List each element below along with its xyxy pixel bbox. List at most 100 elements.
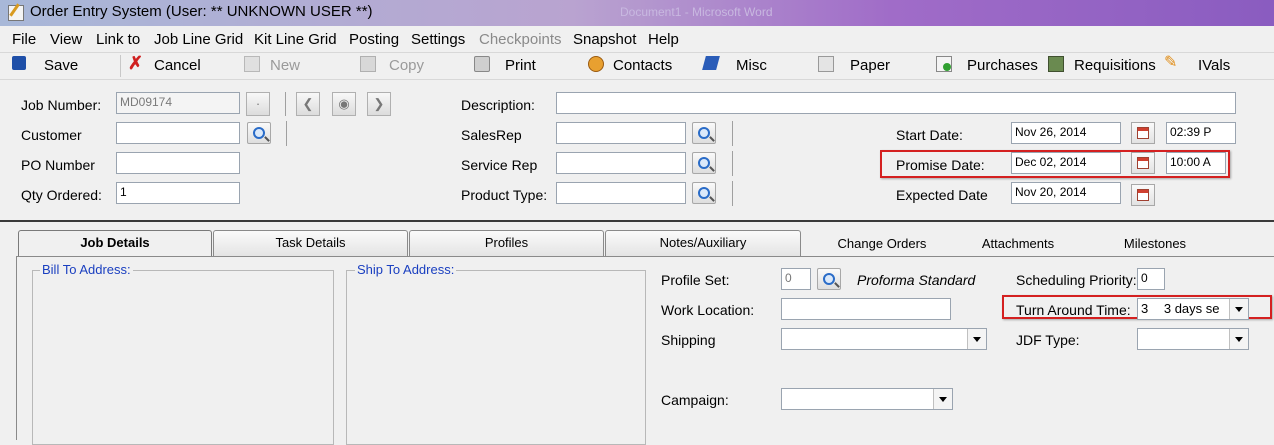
save-button[interactable]: Save (44, 57, 78, 74)
tab-task-details[interactable]: Task Details (213, 230, 408, 256)
jdf-type-label: JDF Type: (1016, 332, 1080, 348)
copy-icon (360, 56, 376, 72)
salesrep-label: SalesRep (461, 127, 522, 143)
tab-profiles[interactable]: Profiles (409, 230, 604, 256)
menu-job-line-grid[interactable]: Job Line Grid (154, 31, 243, 48)
job-lookup-button[interactable]: · (246, 92, 270, 116)
turn-around-time-dropdown[interactable]: 3 3 days se (1137, 298, 1249, 320)
toolbar-separator (120, 55, 121, 77)
menu-settings[interactable]: Settings (411, 31, 465, 48)
cancel-icon: ✗ (128, 53, 144, 73)
promise-date-label: Promise Date: (896, 157, 985, 173)
campaign-label: Campaign: (661, 392, 729, 408)
start-date-field[interactable]: Nov 26, 2014 (1011, 122, 1121, 144)
description-field[interactable] (556, 92, 1236, 114)
divider (285, 92, 286, 116)
tab-job-details[interactable]: Job Details (18, 230, 212, 257)
refresh-record-button[interactable]: ◉ (332, 92, 356, 116)
divider (286, 121, 287, 146)
menu-kit-line-grid[interactable]: Kit Line Grid (254, 31, 337, 48)
divider (732, 121, 733, 146)
cancel-button[interactable]: Cancel (154, 57, 201, 74)
chevron-down-icon (967, 329, 986, 349)
prev-record-button[interactable]: ❮ (296, 92, 320, 116)
job-number-label: Job Number: (21, 97, 102, 113)
chevron-down-icon (933, 389, 952, 409)
service-rep-field[interactable] (556, 152, 686, 174)
profile-set-search-button[interactable] (817, 268, 841, 290)
printer-icon (474, 56, 490, 72)
promise-date-field[interactable]: Dec 02, 2014 (1011, 152, 1121, 174)
salesrep-field[interactable] (556, 122, 686, 144)
calendar-icon (1137, 189, 1149, 201)
toolbar: Save ✗ Cancel New Copy Print Contacts Mi… (0, 52, 1274, 80)
contacts-button[interactable]: Contacts (613, 57, 672, 74)
next-record-button[interactable]: ❯ (367, 92, 391, 116)
work-location-field[interactable] (781, 298, 951, 320)
service-rep-search-button[interactable] (692, 152, 716, 174)
calendar-icon (1137, 157, 1149, 169)
start-time-field[interactable]: 02:39 P (1166, 122, 1236, 144)
turn-around-time-label: Turn Around Time: (1016, 302, 1131, 318)
print-button[interactable]: Print (505, 57, 536, 74)
profile-set-field[interactable]: 0 (781, 268, 811, 290)
requisitions-icon (1048, 56, 1064, 72)
menu-snapshot[interactable]: Snapshot (573, 31, 636, 48)
customer-label: Customer (21, 127, 82, 143)
divider (732, 151, 733, 176)
ivals-button[interactable]: IVals (1198, 57, 1230, 74)
scheduling-priority-label: Scheduling Priority: (1016, 272, 1137, 288)
requisitions-button[interactable]: Requisitions (1074, 57, 1156, 74)
start-date-calendar-button[interactable] (1131, 122, 1155, 144)
expected-date-calendar-button[interactable] (1131, 184, 1155, 206)
shipping-label: Shipping (661, 332, 716, 348)
menu-view[interactable]: View (50, 31, 82, 48)
ship-to-address-box[interactable] (346, 270, 646, 445)
salesrep-search-button[interactable] (692, 122, 716, 144)
purchases-button[interactable]: Purchases (967, 57, 1038, 74)
search-icon (698, 187, 710, 199)
service-rep-label: Service Rep (461, 157, 538, 173)
new-button[interactable]: New (270, 57, 300, 74)
contacts-icon (588, 56, 604, 72)
promise-date-calendar-button[interactable] (1131, 152, 1155, 174)
tab-attachments[interactable]: Attachments (962, 232, 1074, 258)
po-number-label: PO Number (21, 157, 95, 173)
new-icon (244, 56, 260, 72)
calendar-icon (1137, 127, 1149, 139)
product-type-label: Product Type: (461, 187, 548, 203)
paper-button[interactable]: Paper (850, 57, 890, 74)
promise-time-field[interactable]: 10:00 A (1166, 152, 1226, 174)
bill-to-address-box[interactable] (32, 270, 334, 445)
shipping-dropdown[interactable] (781, 328, 987, 350)
header-divider (0, 220, 1274, 222)
menu-checkpoints[interactable]: Checkpoints (479, 31, 562, 48)
tab-change-orders[interactable]: Change Orders (802, 232, 962, 258)
copy-button[interactable]: Copy (389, 57, 424, 74)
menu-posting[interactable]: Posting (349, 31, 399, 48)
job-number-field[interactable]: MD09174 (116, 92, 240, 114)
save-icon (12, 56, 26, 70)
search-icon (253, 127, 265, 139)
qty-ordered-field[interactable]: 1 (116, 182, 240, 204)
misc-button[interactable]: Misc (736, 57, 767, 74)
tab-notes-auxiliary[interactable]: Notes/Auxiliary (605, 230, 801, 256)
menu-link-to[interactable]: Link to (96, 31, 140, 48)
po-number-field[interactable] (116, 152, 240, 174)
expected-date-field[interactable]: Nov 20, 2014 (1011, 182, 1121, 204)
campaign-dropdown[interactable] (781, 388, 953, 410)
product-type-search-button[interactable] (692, 182, 716, 204)
customer-search-button[interactable] (247, 122, 271, 144)
tab-milestones[interactable]: Milestones (1090, 232, 1220, 258)
product-type-field[interactable] (556, 182, 686, 204)
paper-icon (818, 56, 834, 72)
customer-field[interactable] (116, 122, 240, 144)
search-icon (823, 273, 835, 285)
scheduling-priority-field[interactable]: 0 (1137, 268, 1165, 290)
menu-file[interactable]: File (12, 31, 36, 48)
jdf-type-dropdown[interactable] (1137, 328, 1249, 350)
background-window-title: Document1 - Microsoft Word (620, 5, 773, 19)
menu-help[interactable]: Help (648, 31, 679, 48)
description-label: Description: (461, 97, 535, 113)
bill-to-address-label: Bill To Address: (40, 262, 133, 277)
